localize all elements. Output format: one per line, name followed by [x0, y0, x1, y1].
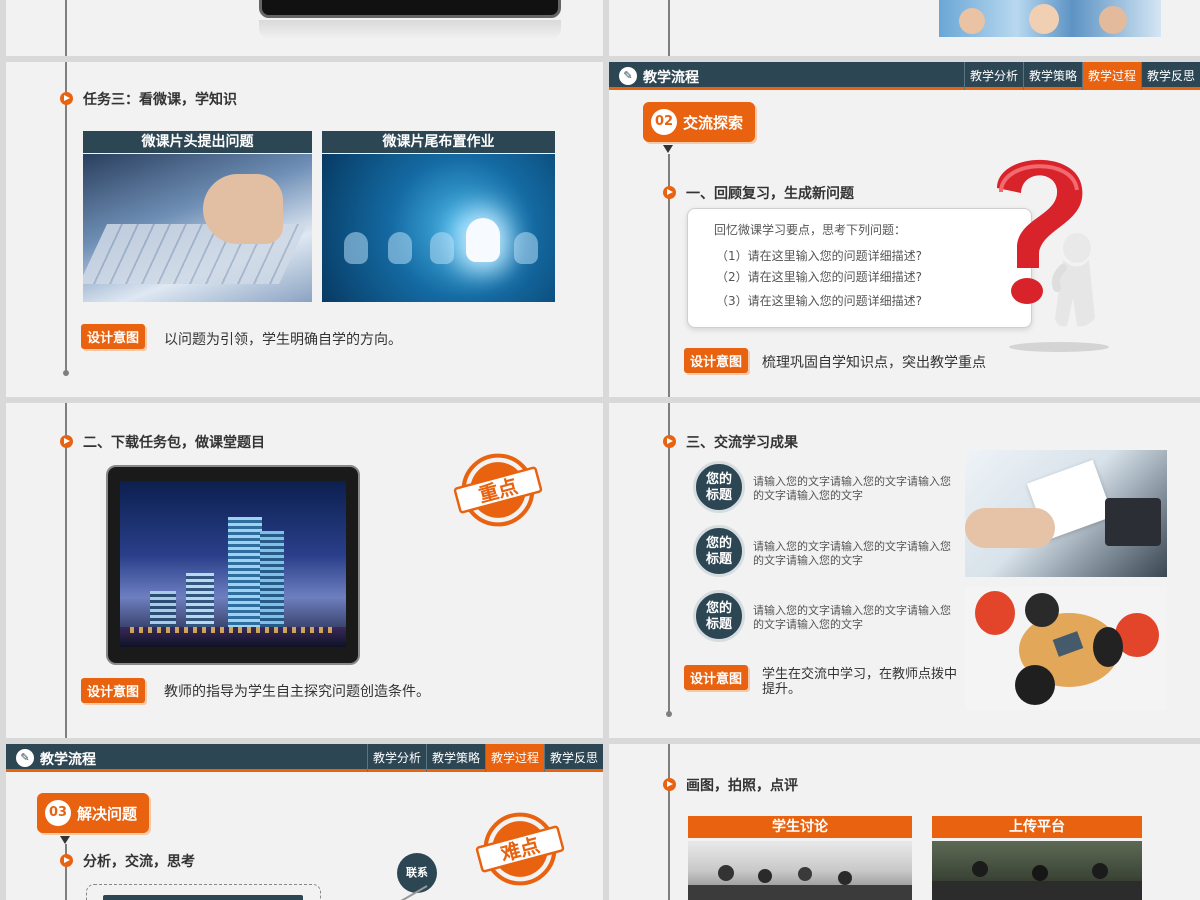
slide-task3: 任务三：看微课，学知识 微课片头提出问题 微课片尾布置作业 设计意图 以问题为引… — [6, 62, 603, 397]
dashed-box — [86, 884, 321, 900]
section-number: 02 — [651, 109, 677, 135]
timeline-line — [65, 62, 67, 374]
tablet-frame — [106, 465, 360, 665]
design-intent-text: 学生在交流中学习，在教师点拨中提升。 — [762, 667, 958, 697]
section-heading: 任务三：看微课，学知识 — [83, 92, 237, 108]
play-bullet-icon — [663, 778, 676, 791]
section-heading: 分析，交流，思考 — [83, 854, 195, 870]
section-heading: 三、交流学习成果 — [686, 435, 798, 451]
item-title-circle-3: 您的 标题 — [693, 590, 745, 642]
header-tabs: 教学分析 教学策略 教学过程 教学反思 — [963, 62, 1200, 90]
upload-platform-photo — [932, 841, 1142, 900]
play-bullet-icon — [60, 435, 73, 448]
slide-solve: ✎ 教学流程 教学分析 教学策略 教学过程 教学反思 03 解决问题 分析，交流… — [6, 744, 603, 900]
item-text-1: 请输入您的文字请输入您的文字请输入您的文字请输入您的文字 — [753, 475, 951, 502]
timeline-line — [668, 403, 670, 715]
key-point-stamp: 重点 — [453, 453, 543, 527]
student-discussion-photo — [688, 841, 912, 900]
design-intent-text: 梳理巩固自学知识点，突出教学重点 — [762, 355, 986, 371]
design-intent-text: 以问题为引领，学生明确自学的方向。 — [164, 332, 402, 348]
slide-exchange: ✎ 教学流程 教学分析 教学策略 教学过程 教学反思 02 交流探索 一、回顾复… — [609, 62, 1200, 397]
tab-strategy[interactable]: 教学策略 — [425, 744, 485, 772]
section-badge: 02 交流探索 — [643, 102, 756, 142]
question-2: （2）请在这里输入您的问题详细描述? — [716, 270, 923, 284]
section-heading: 二、下载任务包，做课堂题目 — [83, 435, 265, 451]
timeline-line — [65, 403, 67, 738]
slide-draw: 画图，拍照，点评 学生讨论 上传平台 — [609, 744, 1200, 900]
timeline-line — [65, 0, 67, 56]
timeline-line — [668, 0, 670, 56]
item-title-circle-1: 您的 标题 — [693, 461, 745, 513]
section-label: 解决问题 — [77, 804, 138, 823]
down-arrow-icon — [663, 145, 673, 153]
item-title-circle-2: 您的 标题 — [693, 525, 745, 577]
timeline-line — [668, 744, 670, 900]
slide-results: 三、交流学习成果 您的 标题 请输入您的文字请输入您的文字请输入您的文字请输入您的… — [609, 403, 1200, 738]
tab-process[interactable]: 教学过程 — [1081, 62, 1141, 90]
design-intent-tag: 设计意图 — [81, 324, 146, 349]
header-tabs: 教学分析 教学策略 教学过程 教学反思 — [366, 744, 603, 772]
questions-intro: 回忆微课学习要点，思考下列问题： — [714, 223, 907, 237]
tablet-reflection — [259, 20, 561, 40]
meeting-photo — [965, 587, 1167, 710]
timeline-end-dot — [63, 370, 69, 376]
section-heading: 画图，拍照，点评 — [686, 778, 798, 794]
section-label: 交流探索 — [683, 113, 744, 132]
question-3: （3）请在这里输入您的问题详细描述? — [716, 294, 923, 308]
tab-strategy[interactable]: 教学策略 — [1022, 62, 1082, 90]
design-intent-tag: 设计意图 — [81, 678, 146, 703]
tab-reflection[interactable]: 教学反思 — [1140, 62, 1200, 90]
pencil-logo-icon: ✎ — [619, 67, 637, 85]
building-photo — [120, 481, 346, 647]
slide-header: ✎ 教学流程 教学分析 教学策略 教学过程 教学反思 — [609, 62, 1200, 90]
question-1: （1）请在这里输入您的问题详细描述? — [716, 249, 923, 263]
slide-header: ✎ 教学流程 教学分析 教学策略 教学过程 教学反思 — [6, 744, 603, 772]
play-bullet-icon — [663, 435, 676, 448]
design-intent-tag: 设计意图 — [684, 665, 749, 690]
play-bullet-icon — [60, 854, 73, 867]
item-text-3: 请输入您的文字请输入您的文字请输入您的文字请输入您的文字 — [753, 604, 951, 631]
down-arrow-icon — [60, 836, 70, 844]
slide-top-right — [609, 0, 1200, 56]
tab-analysis[interactable]: 教学分析 — [963, 62, 1023, 90]
caption-right: 微课片尾布置作业 — [322, 131, 555, 153]
slide-top-left — [6, 0, 603, 56]
keyboard-photo — [83, 154, 312, 302]
caption-left: 学生讨论 — [688, 816, 912, 838]
tab-reflection[interactable]: 教学反思 — [543, 744, 603, 772]
play-bullet-icon — [663, 186, 676, 199]
header-title: 教学流程 — [40, 752, 96, 768]
figure-shadow — [1009, 342, 1109, 352]
team-photo — [939, 0, 1161, 37]
section-heading: 一、回顾复习，生成新问题 — [686, 186, 854, 202]
item-text-2: 请输入您的文字请输入您的文字请输入您的文字请输入您的文字 — [753, 540, 951, 567]
link-node: 联系 — [397, 853, 437, 893]
tablet-image — [259, 0, 561, 18]
timeline-line — [65, 844, 67, 900]
header-title: 教学流程 — [643, 70, 699, 86]
tab-analysis[interactable]: 教学分析 — [366, 744, 426, 772]
link-node-label: 联系 — [406, 866, 428, 879]
business-documents-photo — [965, 450, 1167, 577]
design-intent-text: 教师的指导为学生自主探究问题创造条件。 — [164, 684, 430, 700]
section-number: 03 — [45, 800, 71, 826]
design-intent-tag: 设计意图 — [684, 348, 749, 373]
slide-download: 二、下载任务包，做课堂题目 重点 设计意图 教师的指导为学生自主探究问题创造条件… — [6, 403, 603, 738]
caption-right: 上传平台 — [932, 816, 1142, 838]
question-mark-figure — [997, 159, 1095, 327]
caption-left: 微课片头提出问题 — [83, 131, 312, 153]
section-badge: 03 解决问题 — [37, 793, 150, 833]
difficulty-stamp: 难点 — [475, 812, 565, 886]
play-bullet-icon — [60, 92, 73, 105]
pencil-logo-icon: ✎ — [16, 749, 34, 767]
timeline-end-dot — [666, 711, 672, 717]
tab-process[interactable]: 教学过程 — [484, 744, 544, 772]
bulbs-photo — [322, 154, 555, 302]
